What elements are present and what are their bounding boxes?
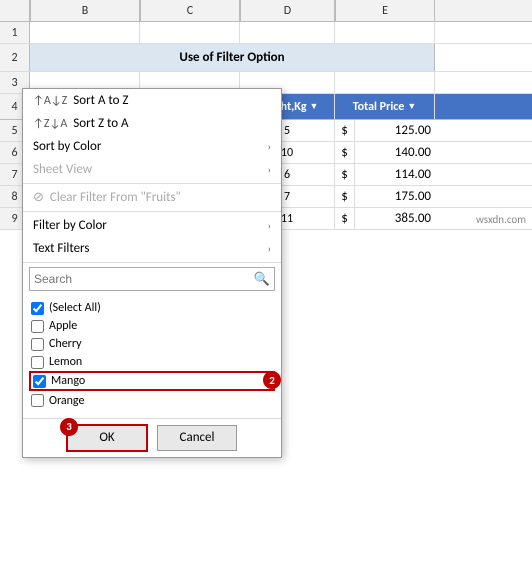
filter-color-arrow: › [268,219,271,232]
sheet-view-arrow: › [268,163,271,176]
select-all-checkbox[interactable] [31,302,44,315]
badge-2: 2 [263,371,281,389]
filter-dropdown-menu: ↑A↓Z Sort A to Z ↑Z↓A Sort Z to A Sort b… [22,88,282,458]
text-filters-arrow: › [268,242,271,255]
lemon-checkbox[interactable] [31,356,44,369]
row-num-2: 2 [0,44,30,71]
divider-3 [23,262,281,263]
cancel-label: Cancel [180,430,215,445]
dollar-val-8: 175.00 [355,186,435,207]
lemon-item[interactable]: Lemon [29,353,275,371]
sort-color-arrow: › [268,140,271,153]
sheet-view-item: Sheet View › [23,158,281,181]
search-box[interactable]: 🔍 [29,267,275,291]
orange-item[interactable]: Orange [29,392,275,410]
cherry-checkbox[interactable] [31,338,44,351]
dollar-sign-5: $ [335,120,355,141]
checkbox-list: (Select All) Apple Cherry Lemon Mango 2 [23,295,281,414]
row-1: 1 [0,22,532,44]
mango-label: Mango [51,374,85,388]
ok-button[interactable]: 3 OK [67,425,147,451]
corner-cell [0,0,30,21]
search-input[interactable] [34,272,254,286]
cell-e8: $ 175.00 [335,186,435,207]
dollar-val-6: 140.00 [355,142,435,163]
dollar-sign-7: $ [335,164,355,185]
search-icon: 🔍 [254,272,270,287]
filter-color-label: Filter by Color [33,218,107,233]
dollar-sign-9: $ [335,208,355,229]
select-all-label: (Select All) [49,301,101,315]
filter-color-item[interactable]: Filter by Color › [23,214,281,237]
cell-b1 [30,22,140,43]
dollar-val-5: 125.00 [355,120,435,141]
lemon-label: Lemon [49,355,82,369]
sort-az-item[interactable]: ↑A↓Z Sort A to Z [23,89,281,112]
orange-label: Orange [49,394,84,408]
sort-az-icon: ↑A↓Z [33,94,67,108]
mango-checkbox[interactable] [33,375,46,388]
orange-checkbox[interactable] [31,394,44,407]
cell-e9: $ 385.00 [335,208,435,229]
sort-za-label: Sort Z to A [73,116,128,131]
text-filters-item[interactable]: Text Filters › [23,237,281,260]
cell-e5: $ 125.00 [335,120,435,141]
weight-dropdown-arrow[interactable]: ▼ [310,101,319,112]
col-header-c: C [140,0,240,21]
clear-filter-item: ⊘ Clear Filter From "Fruits" [23,186,281,209]
apple-checkbox[interactable] [31,320,44,333]
cell-e1 [335,22,435,43]
total-price-label: Total Price [353,100,405,114]
spreadsheet-area: B C D E 1 2 Use of Filter Option 3 4 1 F… [0,0,532,230]
row-num-1: 1 [0,22,30,43]
sort-az-label: Sort A to Z [73,93,128,108]
watermark: wsxdn.com [476,213,526,226]
title-text: Use of Filter Option [179,50,284,65]
sort-za-icon: ↑Z↓A [33,117,67,131]
dollar-val-7: 114.00 [355,164,435,185]
total-price-dropdown-arrow[interactable]: ▼ [407,101,416,112]
clear-filter-label: Clear Filter From "Fruits" [50,190,181,205]
divider-2 [23,211,281,212]
menu-buttons: 3 OK Cancel [23,418,281,457]
total-price-header[interactable]: Total Price ▼ [335,94,435,119]
cherry-label: Cherry [49,337,82,351]
col-header-b: B [30,0,140,21]
sheet-view-label: Sheet View [33,162,92,177]
clear-filter-icon: ⊘ [33,190,44,205]
text-filters-label: Text Filters [33,241,89,256]
col-header-d: D [240,0,335,21]
cancel-button[interactable]: Cancel [157,425,237,451]
title-cell: Use of Filter Option [30,44,435,71]
ok-label: OK [99,430,114,445]
dollar-sign-8: $ [335,186,355,207]
mango-item[interactable]: Mango 2 [29,371,275,391]
cell-e6: $ 140.00 [335,142,435,163]
cell-e7: $ 114.00 [335,164,435,185]
cherry-item[interactable]: Cherry [29,335,275,353]
sort-color-label: Sort by Color [33,139,101,154]
cell-d1 [240,22,335,43]
sort-color-item[interactable]: Sort by Color › [23,135,281,158]
sort-za-item[interactable]: ↑Z↓A Sort Z to A [23,112,281,135]
col-header-e: E [335,0,435,21]
dollar-sign-6: $ [335,142,355,163]
dollar-val-9: 385.00 [355,208,435,229]
apple-item[interactable]: Apple [29,317,275,335]
badge-3: 3 [60,418,78,436]
cell-e3 [335,72,435,93]
divider-1 [23,183,281,184]
row-2: 2 Use of Filter Option [0,44,532,72]
select-all-item[interactable]: (Select All) [29,299,275,317]
cell-c1 [140,22,240,43]
apple-label: Apple [49,319,77,333]
